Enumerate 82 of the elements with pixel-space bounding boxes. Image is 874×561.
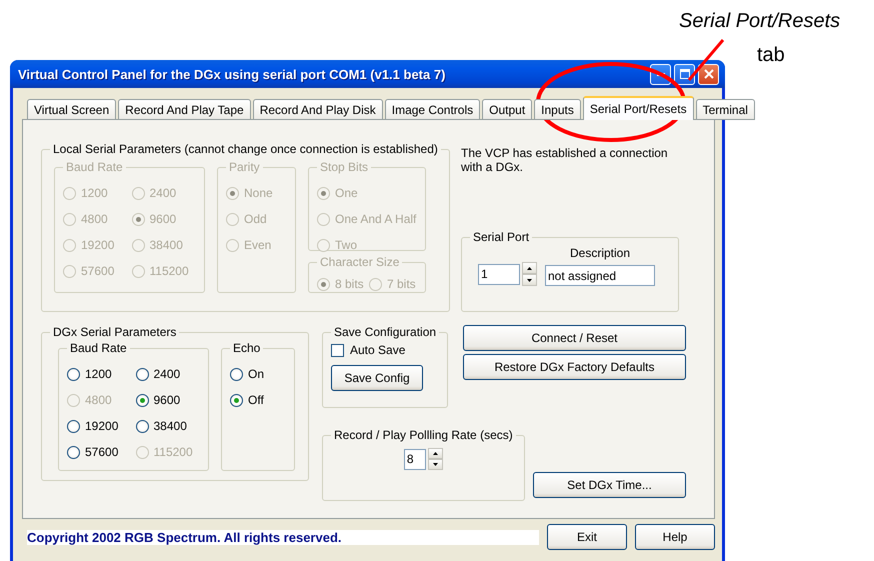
group-title: DGx Serial Parameters: [52, 325, 178, 339]
tab[interactable]: Virtual Screen: [27, 99, 116, 120]
up-arrow-icon: [432, 452, 438, 455]
radio-label: 4800: [85, 393, 112, 407]
maximize-button[interactable]: [674, 64, 695, 84]
radio-button[interactable]: [136, 394, 148, 406]
annotation-title: Serial Port/Resets: [679, 10, 840, 33]
leader-line: [688, 39, 724, 81]
radio-label: 4800: [81, 212, 108, 226]
radio-label: 19200: [81, 238, 114, 252]
radio-label: 1200: [85, 367, 112, 381]
radio-label: Odd: [244, 212, 267, 226]
radio-label: 57600: [81, 264, 114, 278]
group-title: Echo: [232, 341, 262, 355]
radio-button[interactable]: [136, 420, 148, 432]
group-title: Serial Port: [472, 230, 530, 244]
radio-label: 2400: [150, 186, 176, 200]
group-title: Baud Rate: [69, 341, 128, 355]
dialog-button[interactable]: Exit: [547, 524, 627, 550]
radio-label: 9600: [150, 212, 176, 226]
group-title: Record / Play Pollling Rate (secs): [333, 428, 514, 442]
tab[interactable]: Output: [482, 99, 532, 120]
radio-label: 38400: [154, 419, 187, 433]
dialog-button[interactable]: Help: [635, 524, 715, 550]
copyright-text: Copyright 2002 RGB Spectrum. All rights reserved.: [27, 530, 342, 544]
radio-label: 8 bits: [335, 277, 364, 291]
radio-label: Even: [244, 238, 272, 252]
spin-down-button[interactable]: [522, 274, 537, 286]
radio-label: 7 bits: [387, 277, 416, 291]
radio-button[interactable]: [230, 394, 243, 406]
description-label: Description: [570, 246, 630, 260]
radio-label: One And A Half: [335, 212, 416, 226]
down-arrow-icon: [432, 463, 438, 466]
auto-save-checkbox[interactable]: Auto Save: [331, 341, 440, 357]
tab[interactable]: Image Controls: [384, 99, 480, 120]
tab[interactable]: Terminal: [696, 99, 755, 120]
group-title: Parity: [228, 160, 261, 174]
group-title: Local Serial Parameters (cannot change once connection is established): [52, 142, 439, 156]
tab[interactable]: Serial Port/Resets: [582, 96, 694, 120]
polling-rate-field[interactable]: 8: [404, 448, 426, 470]
radio-label: One: [335, 186, 358, 200]
spin-up-button[interactable]: [428, 448, 443, 459]
restore-defaults-button[interactable]: Restore DGx Factory Defaults: [463, 354, 686, 380]
radio-button[interactable]: [67, 446, 80, 458]
window-title: Virtual Control Panel for the DGx using serial port COM1 (v1.1 beta 7): [18, 66, 446, 82]
spin-up-button[interactable]: [522, 262, 537, 274]
spin-down-button[interactable]: [428, 459, 443, 470]
radio-label: Off: [248, 393, 264, 407]
maximize-icon: [680, 69, 690, 79]
status-message: The VCP has established a connection with a DGx.: [461, 145, 669, 174]
description-field[interactable]: not assigned: [545, 265, 655, 286]
connect-reset-button[interactable]: Connect / Reset: [463, 325, 686, 351]
group-title: Stop Bits: [319, 160, 370, 174]
save-config-button[interactable]: Save Config: [331, 365, 423, 391]
radio-button[interactable]: [230, 368, 243, 380]
radio-label: Two: [335, 238, 358, 252]
radio-label: 115200: [154, 445, 193, 459]
radio-label: None: [244, 186, 273, 200]
radio-button[interactable]: [67, 420, 80, 432]
annotation-label: tab: [757, 44, 785, 67]
radio-label: 9600: [154, 393, 180, 407]
tab[interactable]: Record And Play Disk: [252, 99, 383, 120]
radio-label: 38400: [150, 238, 183, 252]
radio-label: 19200: [85, 419, 118, 433]
tab[interactable]: Record And Play Tape: [118, 99, 251, 120]
radio-button[interactable]: [136, 368, 148, 380]
up-arrow-icon: [527, 266, 532, 270]
radio-label: 115200: [150, 264, 189, 278]
radio-label: 2400: [154, 367, 180, 381]
group-title: Character Size: [319, 255, 400, 269]
tab[interactable]: Inputs: [534, 99, 581, 120]
group-title: Baud Rate: [65, 160, 124, 174]
radio-button[interactable]: [67, 368, 80, 380]
group-title: Save Configuration: [333, 325, 438, 339]
radio-label: 57600: [85, 445, 118, 459]
radio-label: 1200: [81, 186, 108, 200]
close-icon: [704, 69, 714, 79]
radio-label: On: [248, 367, 264, 381]
port-field[interactable]: 1: [478, 264, 520, 284]
close-button[interactable]: [698, 64, 719, 84]
down-arrow-icon: [527, 278, 532, 282]
set-time-button[interactable]: Set DGx Time...: [533, 472, 686, 498]
